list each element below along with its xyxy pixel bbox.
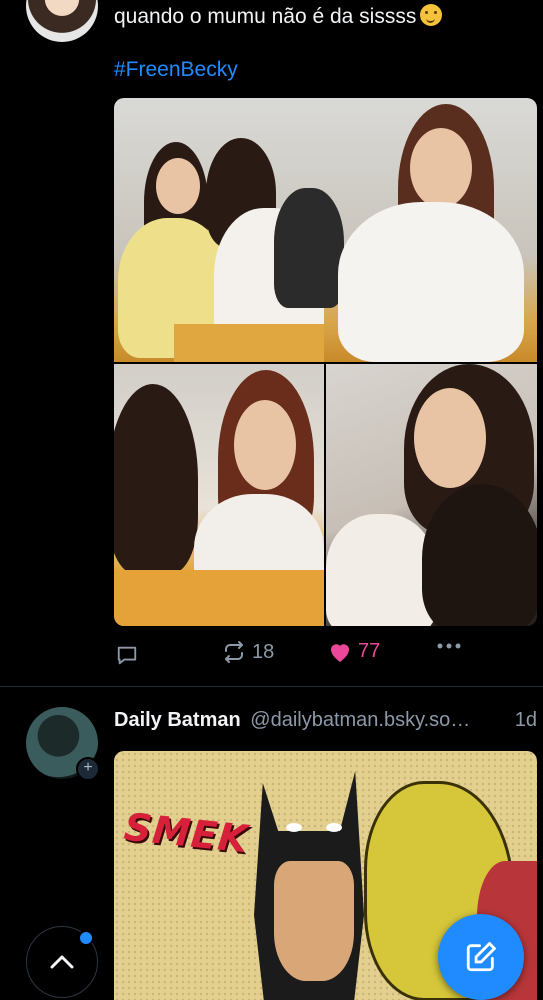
- author-row: Daily Batman @dailybatman.bsky.so… 1d: [114, 709, 537, 732]
- repost-icon: [225, 641, 243, 663]
- author-name[interactable]: Daily Batman: [114, 709, 241, 731]
- shushing-face-emoji-icon: [420, 4, 443, 26]
- reply-icon: [117, 646, 137, 665]
- repost-count: 18: [252, 640, 275, 663]
- post-actions: 18 77: [114, 640, 537, 670]
- like-button[interactable]: 77: [328, 640, 380, 663]
- grid-image-2[interactable]: [114, 364, 324, 626]
- compose-button[interactable]: [438, 914, 524, 1000]
- heart-icon: [330, 643, 350, 662]
- more-icon: [437, 643, 461, 649]
- compose-icon: [466, 942, 496, 972]
- like-count: 77: [358, 640, 381, 662]
- grid-image-3[interactable]: [326, 364, 537, 626]
- image-grid[interactable]: [114, 98, 537, 626]
- author-avatar[interactable]: [26, 0, 98, 42]
- reply-button[interactable]: [116, 644, 138, 666]
- author-handle[interactable]: @dailybatman.bsky.so…: [250, 709, 470, 731]
- post-freenbecky[interactable]: quando o mumu não é da sissss #FreenBeck…: [0, 0, 543, 686]
- grid-image-1[interactable]: [114, 98, 537, 362]
- post-time: 1d: [514, 709, 537, 731]
- new-posts-dot: [78, 930, 94, 946]
- chevron-up-icon: [50, 955, 74, 969]
- repost-button[interactable]: 18: [222, 640, 274, 664]
- comic-sound-effect: SMEK: [122, 804, 251, 862]
- hashtag-link[interactable]: #FreenBecky: [114, 58, 238, 82]
- post-text: quando o mumu não é da sissss: [114, 4, 443, 29]
- follow-plus-icon[interactable]: +: [76, 757, 100, 781]
- more-options-button[interactable]: [436, 642, 462, 650]
